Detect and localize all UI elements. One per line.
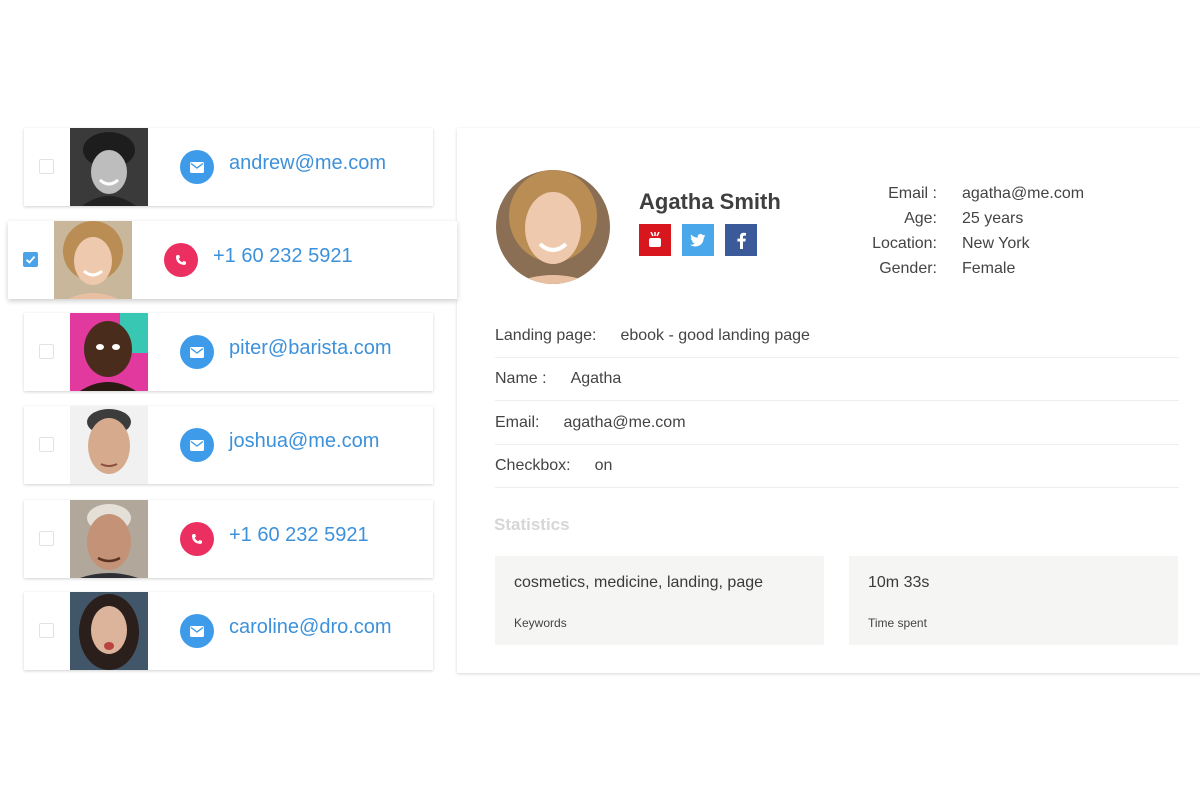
info-row-age: Age: 25 years (852, 206, 1084, 231)
field-row-checkbox: Checkbox: on (495, 444, 1179, 488)
info-value: agatha@me.com (962, 184, 1085, 202)
envelope-icon[interactable] (180, 335, 214, 369)
contact-checkbox[interactable] (39, 623, 54, 638)
info-value: New York (962, 234, 1030, 252)
profile-avatar (496, 170, 610, 284)
stat-value: 10m 33s (868, 574, 930, 591)
avatar (70, 592, 148, 670)
stat-label: Keywords (514, 616, 567, 630)
info-label: Gender: (879, 259, 937, 277)
avatar (54, 221, 132, 299)
field-row-landing-page: Landing page: ebook - good landing page (495, 314, 1179, 358)
info-row-location: Location: New York (852, 231, 1084, 256)
contact-row-elderly[interactable]: +1 60 232 5921 (24, 500, 433, 578)
contact-row-joshua[interactable]: joshua@me.com (24, 406, 433, 484)
info-value: Female (962, 259, 1016, 277)
field-value: Agatha (570, 369, 622, 387)
contact-row-andrew[interactable]: andrew@me.com (24, 128, 433, 206)
contact-value[interactable]: +1 60 232 5921 (229, 524, 369, 547)
field-label: Checkbox: (495, 456, 571, 474)
contact-checkbox[interactable] (39, 437, 54, 452)
field-row-email: Email: agatha@me.com (495, 401, 1179, 445)
field-label: Email: (495, 413, 540, 431)
contact-value[interactable]: piter@barista.com (229, 337, 392, 360)
contact-row-piter[interactable]: piter@barista.com (24, 313, 433, 391)
twitter-icon[interactable] (682, 224, 714, 256)
contact-value[interactable]: andrew@me.com (229, 152, 386, 175)
contact-value[interactable]: joshua@me.com (229, 430, 379, 453)
avatar (70, 128, 148, 206)
contact-row-agatha[interactable]: +1 60 232 5921 (8, 221, 457, 299)
info-label: Age: (904, 209, 937, 227)
contact-row-caroline[interactable]: caroline@dro.com (24, 592, 433, 670)
phone-icon[interactable] (180, 522, 214, 556)
contact-checkbox[interactable] (39, 531, 54, 546)
facebook-icon[interactable] (725, 224, 757, 256)
contact-checkbox[interactable] (39, 344, 54, 359)
stat-keywords: cosmetics, medicine, landing, page Keywo… (495, 556, 824, 645)
profile-name: Agatha Smith (639, 189, 781, 214)
statistics-title: Statistics (494, 515, 570, 534)
field-row-name: Name : Agatha (495, 357, 1179, 401)
info-value: 25 years (962, 209, 1024, 227)
avatar (70, 313, 148, 391)
field-label: Landing page: (495, 326, 597, 344)
check-icon (25, 256, 36, 264)
field-label: Name : (495, 369, 547, 387)
contact-detail-panel: Agatha Smith Email : agatha@me.com Age: … (457, 128, 1200, 673)
contact-value[interactable]: +1 60 232 5921 (213, 245, 353, 268)
phone-icon[interactable] (164, 243, 198, 277)
avatar (70, 406, 148, 484)
info-label: Email : (888, 184, 937, 202)
info-row-email: Email : agatha@me.com (852, 181, 1084, 206)
field-value: ebook - good landing page (620, 326, 810, 344)
contact-checkbox[interactable] (39, 159, 54, 174)
stat-time-spent: 10m 33s Time spent (849, 556, 1178, 645)
envelope-icon[interactable] (180, 614, 214, 648)
contact-value[interactable]: caroline@dro.com (229, 616, 392, 639)
youtube-icon[interactable] (639, 224, 671, 256)
contact-checkbox[interactable] (23, 252, 38, 267)
stat-value: cosmetics, medicine, landing, page (514, 574, 764, 591)
avatar (70, 500, 148, 578)
envelope-icon[interactable] (180, 428, 214, 462)
info-row-gender: Gender: Female (852, 256, 1084, 281)
stat-label: Time spent (868, 616, 927, 630)
field-value: on (594, 456, 613, 474)
profile-info: Email : agatha@me.com Age: 25 years Loca… (852, 181, 1084, 281)
field-value: agatha@me.com (563, 413, 686, 431)
info-label: Location: (872, 234, 937, 252)
envelope-icon[interactable] (180, 150, 214, 184)
